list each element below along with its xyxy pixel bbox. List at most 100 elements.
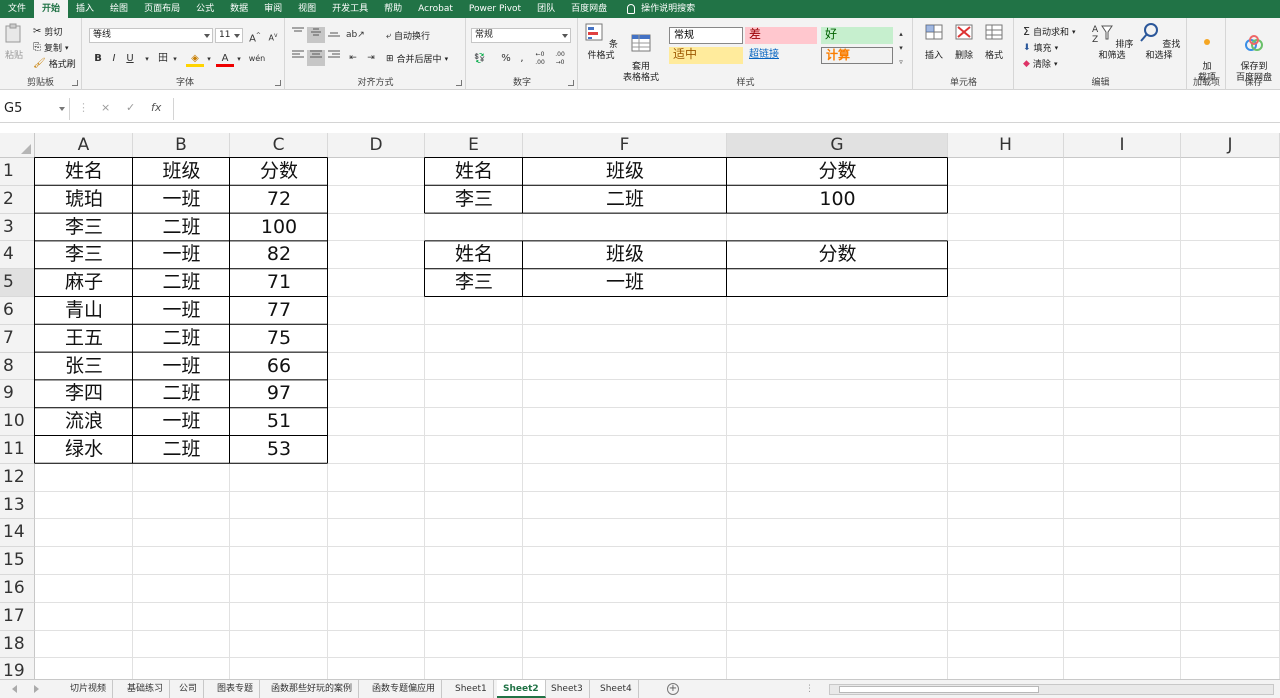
styles-more[interactable]: ▿ (895, 54, 907, 70)
cell-C5[interactable]: 71 (230, 269, 328, 297)
select-all-button[interactable] (0, 133, 35, 158)
sheet-tab-8[interactable]: Sheet3 (545, 680, 590, 698)
cancel-icon[interactable]: × (101, 101, 110, 114)
row-header-19[interactable]: 19 (0, 658, 35, 679)
cell-C1[interactable]: 分数 (230, 158, 328, 186)
cell-A3[interactable]: 李三 (35, 214, 133, 242)
increase-indent-button[interactable]: ⇥ (362, 50, 380, 66)
row-header-6[interactable]: 6 (0, 297, 35, 325)
ribbon-tab-1[interactable]: 开始 (34, 0, 69, 18)
row-header-10[interactable]: 10 (0, 408, 35, 436)
font-dialog-launcher[interactable] (275, 80, 281, 86)
column-header-D[interactable]: D (328, 133, 425, 158)
cell-B1[interactable]: 班级 (133, 158, 230, 186)
cell-A8[interactable]: 张三 (35, 353, 133, 381)
horizontal-scrollbar[interactable] (829, 684, 1274, 695)
row-header-13[interactable]: 13 (0, 491, 35, 520)
ribbon-tab-3[interactable]: 绘图 (102, 0, 136, 18)
formula-input[interactable] (173, 98, 1280, 120)
decrease-indent-button[interactable]: ⇤ (344, 50, 362, 66)
cell-B4[interactable]: 一班 (133, 241, 230, 269)
ribbon-tab-9[interactable]: 开发工具 (324, 0, 376, 18)
orientation-button[interactable]: ab↗ (346, 27, 365, 43)
shrink-font-button[interactable]: Av (264, 28, 282, 44)
column-header-G[interactable]: G (727, 133, 948, 158)
row-header-17[interactable]: 17 (0, 602, 35, 631)
align-bottom-button[interactable] (325, 27, 343, 43)
cell-A10[interactable]: 流浪 (35, 408, 133, 436)
column-header-I[interactable]: I (1064, 133, 1181, 158)
ribbon-tab-8[interactable]: 视图 (290, 0, 324, 18)
ribbon-tab-14[interactable]: 百度网盘 (563, 0, 615, 18)
cell-B3[interactable]: 二班 (133, 214, 230, 242)
row-header-14[interactable]: 14 (0, 519, 35, 548)
cell-C10[interactable]: 51 (230, 408, 328, 436)
cell-F5[interactable]: 一班 (523, 269, 727, 297)
column-header-A[interactable]: A (35, 133, 133, 158)
insert-cells-button[interactable]: 插入 (920, 22, 948, 62)
style-bad[interactable]: 差 (745, 27, 817, 44)
column-header-E[interactable]: E (425, 133, 523, 158)
row-header-16[interactable]: 16 (0, 575, 35, 603)
align-middle-button[interactable] (307, 27, 325, 43)
sort-filter-button[interactable]: AZ 排序和筛选 (1089, 22, 1135, 62)
ribbon-tab-5[interactable]: 公式 (188, 0, 222, 18)
cell-F2[interactable]: 二班 (523, 186, 727, 214)
style-normal[interactable]: 常规 (669, 27, 743, 44)
style-neutral[interactable]: 适中 (669, 47, 743, 64)
row-header-11[interactable]: 11 (0, 436, 35, 464)
phonetic-button[interactable]: wén (248, 51, 266, 67)
style-calculation[interactable]: 计算 (821, 47, 893, 64)
column-header-H[interactable]: H (948, 133, 1064, 158)
number-dialog-launcher[interactable] (568, 80, 574, 86)
sheet-tab-6[interactable]: Sheet1 (449, 680, 494, 698)
scroll-split-icon[interactable]: ⋮ (805, 684, 814, 694)
row-header-1[interactable]: 1 (0, 158, 35, 186)
style-good[interactable]: 好 (821, 27, 893, 44)
sheet-tab-3[interactable]: 图表专题 (211, 680, 261, 698)
cell-A1[interactable]: 姓名 (35, 158, 133, 186)
font-name-combo[interactable]: 等线 (89, 28, 213, 43)
fill-button[interactable]: ⬇ 填充 ▾ (1023, 41, 1058, 55)
ribbon-tab-15[interactable]: 操作说明搜索 (619, 0, 703, 18)
delete-cells-button[interactable]: 删除 (950, 22, 978, 62)
cell-B7[interactable]: 二班 (133, 325, 230, 353)
decrease-decimal-button[interactable]: .00 →0 (551, 51, 569, 67)
cell-B11[interactable]: 二班 (133, 436, 230, 464)
style-hyperlink[interactable]: 超链接 (745, 47, 817, 64)
row-header-4[interactable]: 4 (0, 241, 35, 270)
ribbon-tab-13[interactable]: 团队 (529, 0, 563, 18)
sheet-tab-2[interactable]: 公司 (173, 680, 205, 698)
ribbon-tab-0[interactable]: 文件 (0, 0, 34, 18)
ribbon-tab-2[interactable]: 插入 (68, 0, 102, 18)
cell-E2[interactable]: 李三 (425, 186, 523, 214)
align-top-button[interactable] (289, 27, 307, 43)
merge-center-button[interactable]: ⊞ 合并后居中 ▾ (386, 52, 448, 66)
ribbon-tab-12[interactable]: Power Pivot (461, 0, 529, 18)
scrollbar-thumb[interactable] (839, 686, 1039, 693)
sheet-tab-9[interactable]: Sheet4 (594, 680, 639, 698)
row-header-18[interactable]: 18 (0, 630, 35, 659)
cell-A7[interactable]: 王五 (35, 325, 133, 353)
underline-button[interactable]: U (121, 51, 139, 67)
cell-G5[interactable] (727, 269, 948, 297)
grow-font-button[interactable]: A^ (246, 28, 264, 44)
row-header-3[interactable]: 3 (0, 213, 35, 242)
cell-C11[interactable]: 53 (230, 436, 328, 464)
scroll-tabs-left-icon[interactable] (12, 685, 17, 693)
autosum-button[interactable]: Σ 自动求和 ▾ (1023, 25, 1075, 38)
cell-B8[interactable]: 一班 (133, 353, 230, 381)
font-size-combo[interactable]: 11 (215, 28, 243, 43)
cell-A4[interactable]: 李三 (35, 241, 133, 269)
cell-E1[interactable]: 姓名 (425, 158, 523, 186)
clipboard-dialog-launcher[interactable] (72, 80, 78, 86)
row-header-12[interactable]: 12 (0, 463, 35, 492)
cell-A6[interactable]: 青山 (35, 297, 133, 325)
copy-button[interactable]: ⎘ 复制 ▾ (33, 41, 69, 54)
cell-A9[interactable]: 李四 (35, 380, 133, 408)
scroll-tabs-right-icon[interactable] (34, 685, 39, 693)
sheet-tab-5[interactable]: 函数专题偏应用 (366, 680, 443, 698)
border-dropdown[interactable]: ▾ (166, 51, 184, 67)
format-painter-button[interactable]: 🖌 格式刷 (33, 57, 76, 70)
cell-C7[interactable]: 75 (230, 325, 328, 353)
